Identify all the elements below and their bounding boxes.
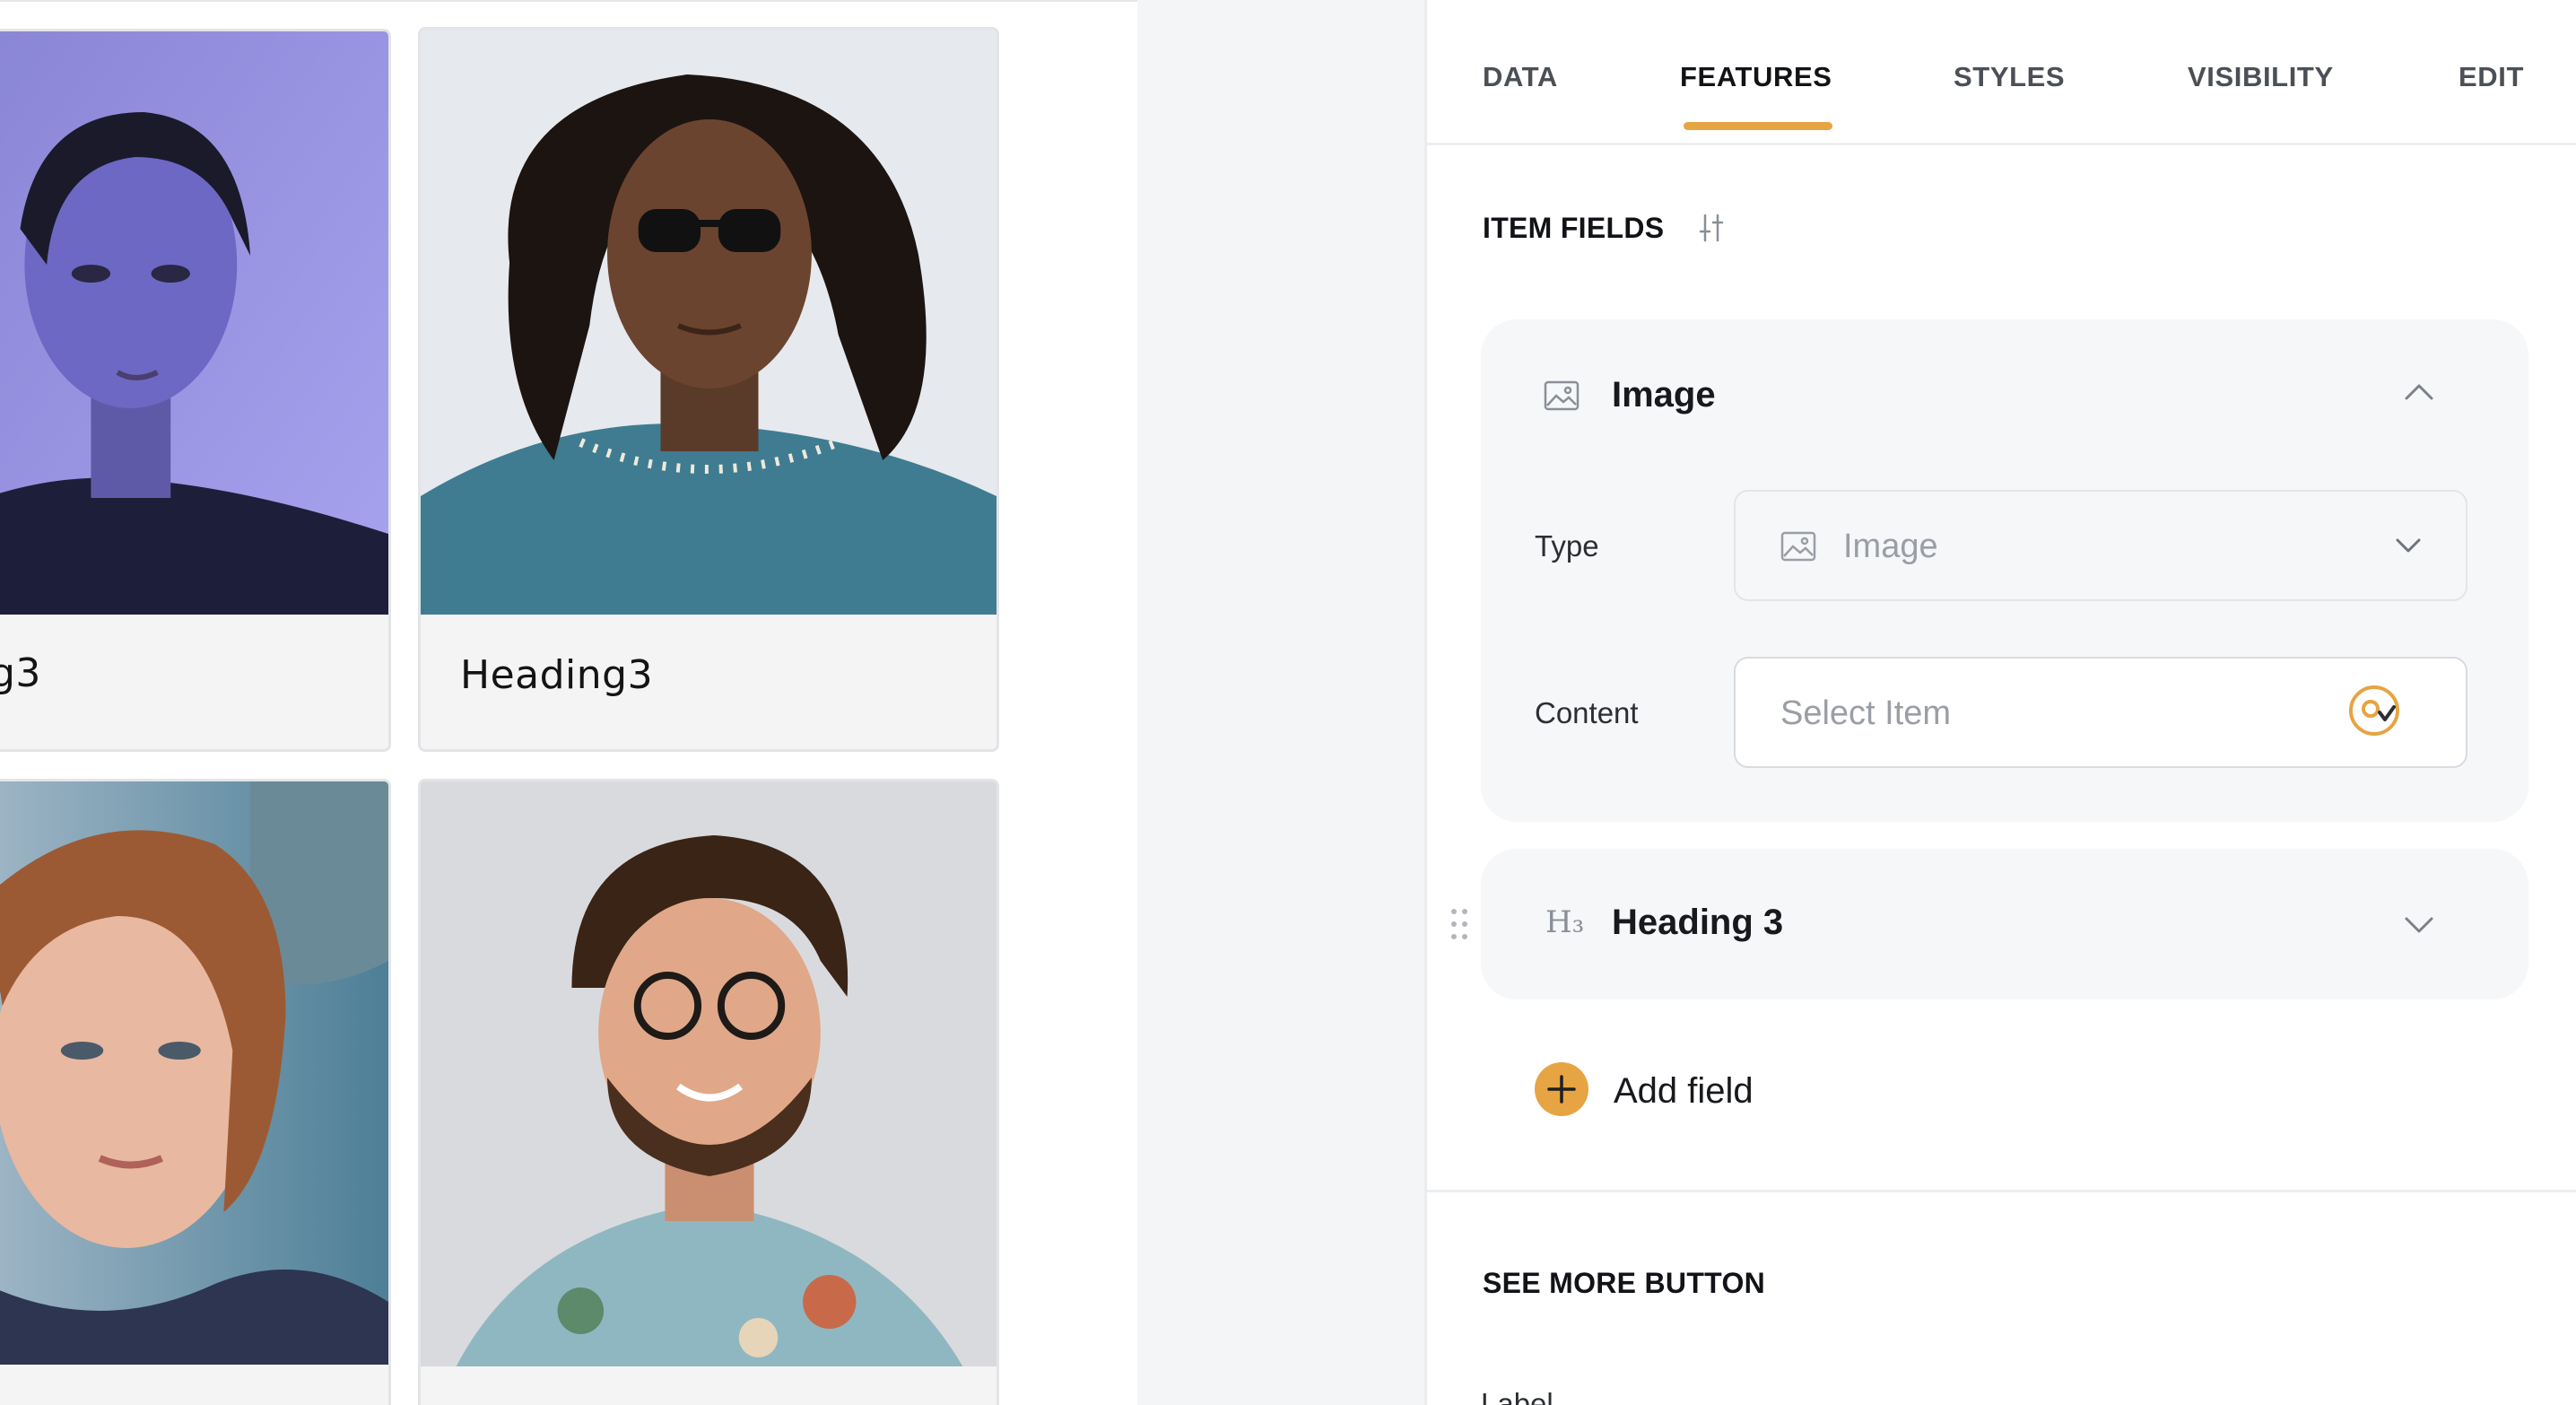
content-label: Content <box>1535 696 1639 729</box>
portrait-redhead-woman-image <box>0 781 388 1365</box>
portrait-smiling-man-image <box>421 781 996 1366</box>
image-icon <box>1780 531 1816 562</box>
field-title: Heading 3 <box>1612 903 1784 942</box>
section-divider <box>1427 1190 2576 1192</box>
canvas-gutter <box>1137 0 1424 1405</box>
app-root: g3 Heading3 <box>0 0 2576 1405</box>
card-item[interactable] <box>418 779 999 1405</box>
item-fields-heading: ITEM FIELDS <box>1483 212 1665 244</box>
content-select-placeholder: Select Item <box>1780 694 1952 732</box>
type-select[interactable]: Image <box>1734 490 2467 601</box>
heading-3-icon: H₃ <box>1545 904 1585 940</box>
sliders-icon[interactable] <box>1696 212 1728 244</box>
portrait-woman-image <box>0 31 388 615</box>
tab-data[interactable]: DATA <box>1483 61 1558 93</box>
tab-styles[interactable]: STYLES <box>1954 61 2065 93</box>
tab-edit[interactable]: EDIT <box>2459 61 2524 93</box>
field-title: Image <box>1612 375 1716 415</box>
see-more-label-field-label: Label <box>1481 1387 1553 1405</box>
add-field-label: Add field <box>1614 1071 1754 1111</box>
image-icon <box>1544 380 1580 411</box>
content-select[interactable]: Select Item <box>1734 657 2467 768</box>
properties-panel: DATA FEATURES STYLES VISIBILITY EDIT ITE… <box>1424 0 2576 1405</box>
tab-visibility[interactable]: VISIBILITY <box>2188 61 2334 93</box>
field-group-heading-3[interactable]: H₃ Heading 3 <box>1481 849 2528 999</box>
card-caption: Heading3 <box>460 652 654 698</box>
card-image <box>421 30 996 615</box>
card-image <box>421 781 996 1366</box>
field-group-image: Image Type Image Content Select Item <box>1481 319 2528 822</box>
portrait-man-sunglasses-image <box>421 30 996 615</box>
see-more-heading: SEE MORE BUTTON <box>1483 1267 1766 1299</box>
type-label: Type <box>1535 529 1599 563</box>
chevron-down-icon[interactable] <box>2401 906 2437 942</box>
card-item[interactable] <box>0 779 391 1405</box>
card-item[interactable]: g3 <box>0 29 391 752</box>
chevron-down-icon <box>2396 538 2421 553</box>
preview-canvas: g3 Heading3 <box>0 0 1137 1405</box>
card-caption: g3 <box>0 650 41 696</box>
tab-features[interactable]: FEATURES <box>1680 61 1832 93</box>
card-image <box>0 781 388 1365</box>
plus-icon <box>1535 1062 1588 1116</box>
chevron-up-icon[interactable] <box>2401 375 2437 411</box>
card-item[interactable]: Heading3 <box>418 27 999 752</box>
type-select-value: Image <box>1843 528 1938 565</box>
panel-tabs: DATA FEATURES STYLES VISIBILITY EDIT <box>1427 0 2576 145</box>
card-image <box>0 31 388 615</box>
select-item-icon[interactable] <box>2347 684 2405 741</box>
active-tab-indicator <box>1684 122 1832 130</box>
drag-handle-icon[interactable] <box>1449 906 1470 942</box>
